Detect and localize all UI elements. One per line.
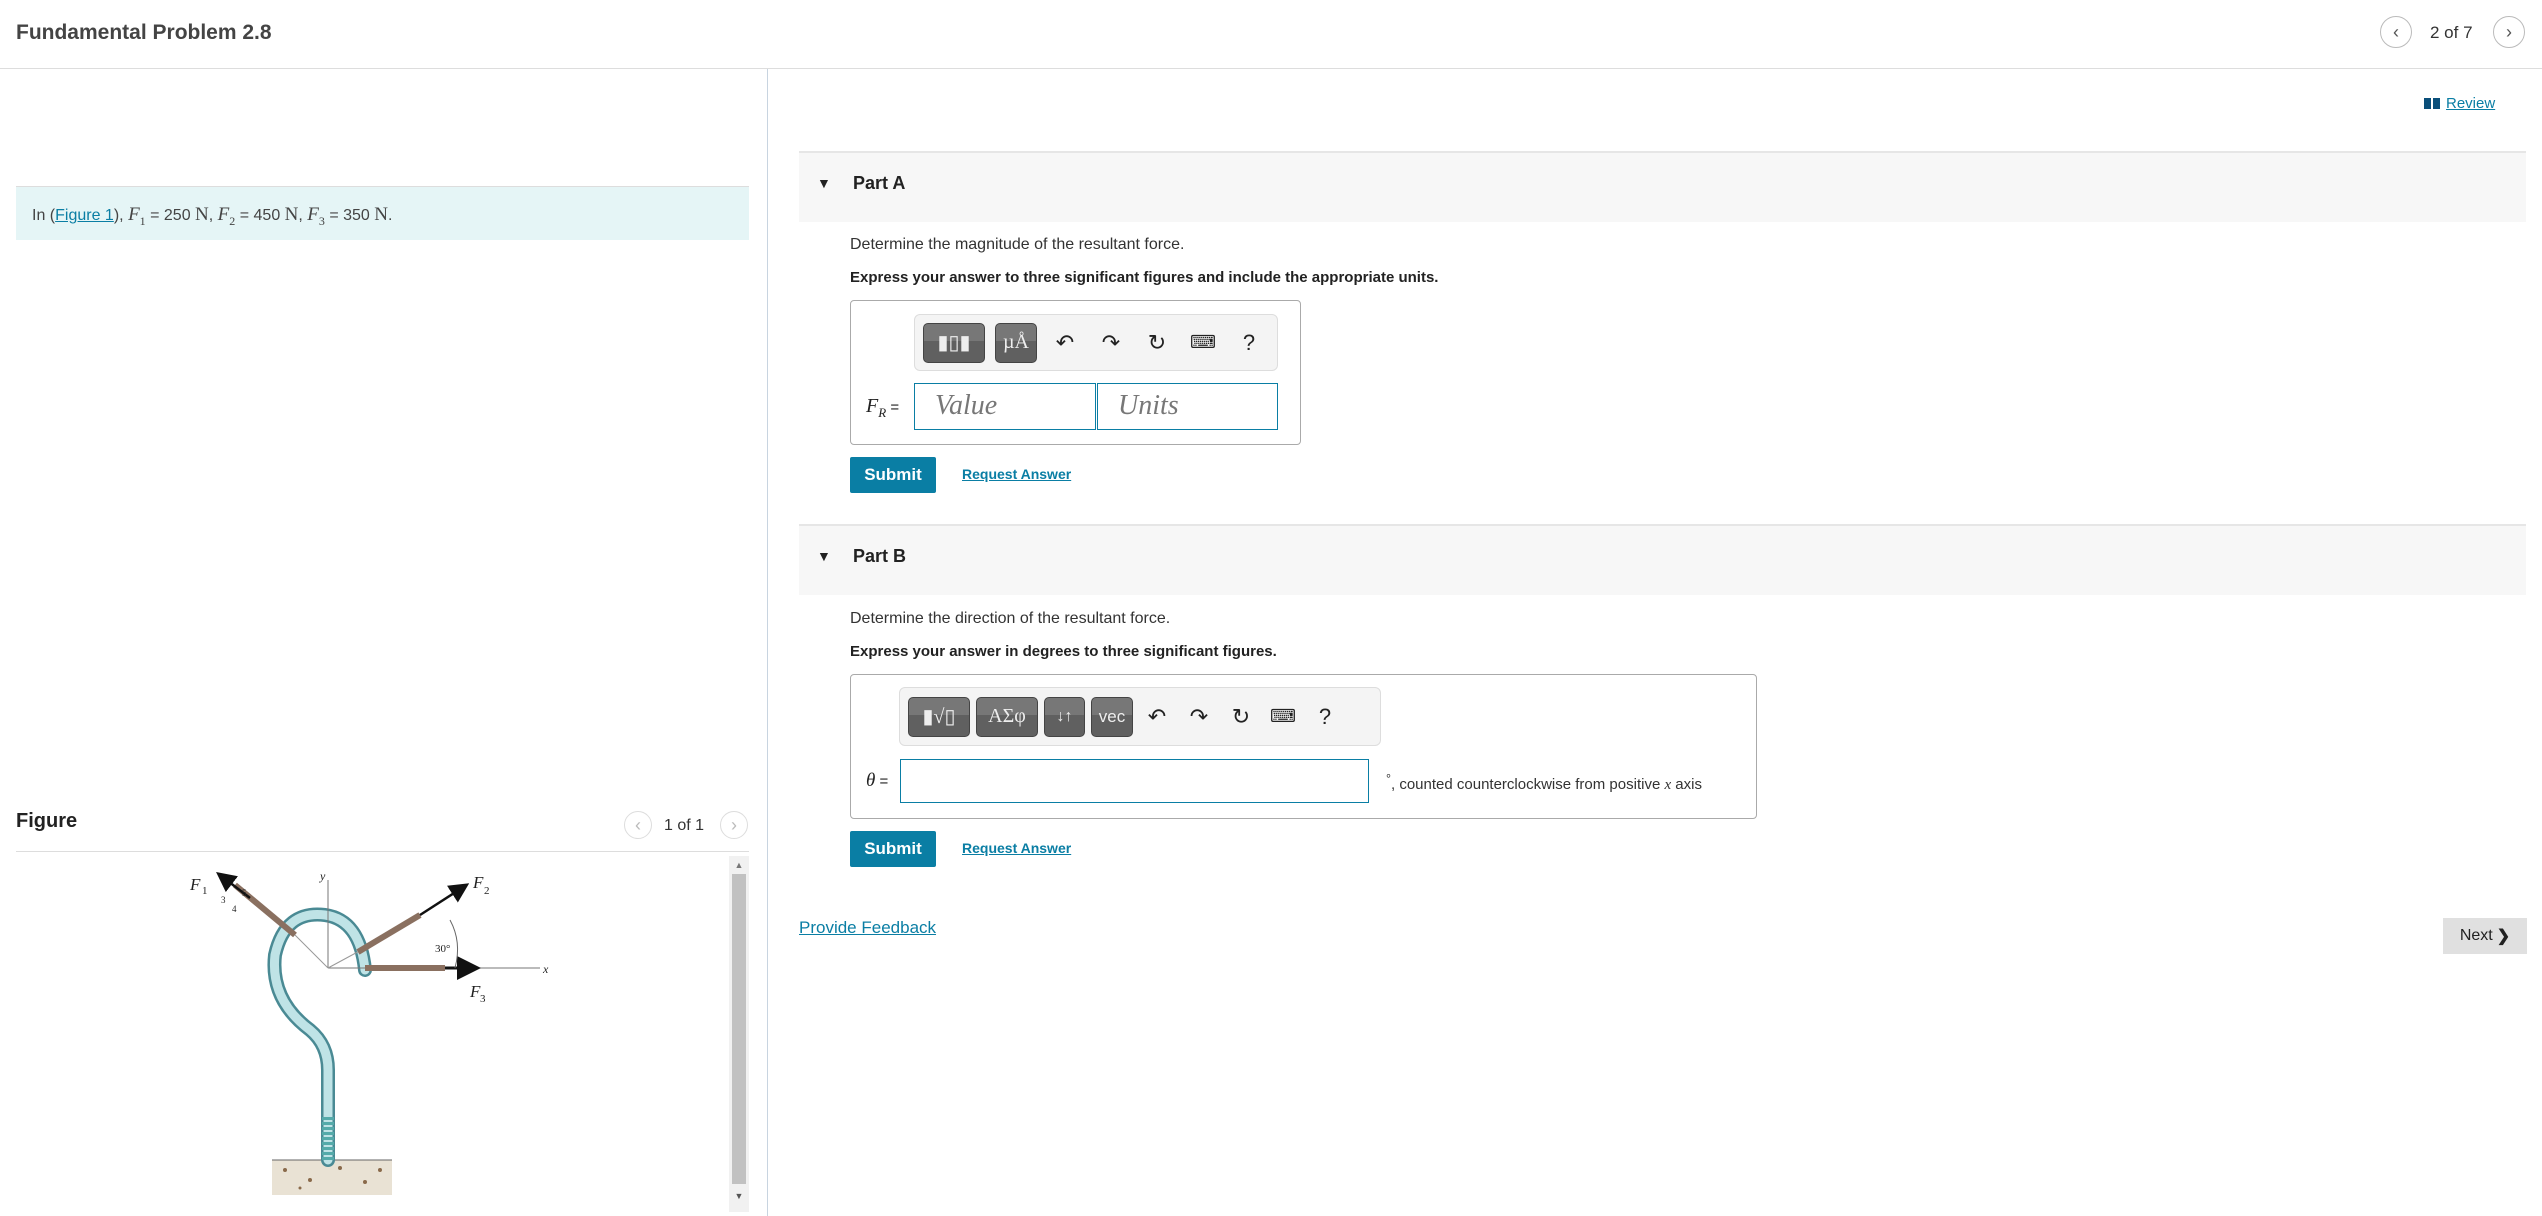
f1-value: = 250 — [145, 207, 196, 224]
pane-divider — [767, 69, 768, 1216]
vector-button[interactable]: vec — [1091, 696, 1133, 737]
templates-button[interactable]: ▮√▯ — [908, 696, 970, 737]
units-input[interactable]: Units — [1097, 383, 1278, 430]
f2-symbol: F2 — [217, 204, 236, 228]
part-b-submit-button[interactable]: Submit — [850, 831, 936, 867]
fr-label: FR = — [866, 395, 900, 420]
undo-icon[interactable]: ↶ — [1047, 330, 1083, 356]
angle-suffix: °, counted counterclockwise from positiv… — [1386, 772, 1702, 793]
f1-symbol: F1 — [128, 204, 146, 228]
scroll-thumb[interactable] — [732, 874, 746, 1184]
part-a-label: Part A — [853, 173, 906, 193]
text: In ( — [32, 207, 56, 224]
part-b-request-answer-link[interactable]: Request Answer — [962, 840, 1071, 856]
f3-value: = 350 — [324, 207, 375, 224]
chevron-right-icon: ❯ — [2496, 928, 2511, 945]
figure-pager: 1 of 1 — [664, 817, 705, 834]
f3-symbol: F3 — [307, 204, 325, 228]
f2-arrow — [419, 883, 470, 917]
provide-feedback-link[interactable]: Provide Feedback — [799, 918, 936, 938]
collapse-triangle-icon: ▼ — [817, 175, 831, 191]
keyboard-icon[interactable]: ⌨ — [1265, 706, 1301, 727]
part-a-request-answer-link[interactable]: Request Answer — [962, 466, 1071, 482]
undo-icon[interactable]: ↶ — [1139, 704, 1175, 730]
part-a-toolbar: ▮▯▮ µÅ ↶ ↷ ↻ ⌨ ? — [914, 314, 1278, 371]
angle-input[interactable] — [900, 759, 1369, 803]
scroll-down-arrow[interactable]: ▼ — [729, 1184, 749, 1202]
previous-problem-button[interactable]: ‹ — [2380, 16, 2412, 48]
problem-pager: 2 of 7 — [2430, 23, 2473, 42]
reset-icon[interactable]: ↻ — [1139, 330, 1175, 356]
figure-scrollbar[interactable]: ▲ ▼ — [729, 856, 749, 1212]
unit: N — [284, 204, 299, 225]
arrows-button[interactable]: ↓↑ — [1044, 696, 1085, 737]
book-icon — [2424, 98, 2440, 109]
part-a-instruction: Express your answer to three significant… — [850, 269, 1439, 286]
part-a-submit-button[interactable]: Submit — [850, 457, 936, 493]
help-icon[interactable]: ? — [1231, 330, 1267, 356]
svg-text:12330°345: 1 2 330°345 — [202, 885, 490, 1005]
scroll-up-arrow[interactable]: ▲ — [729, 856, 749, 874]
redo-icon[interactable]: ↷ — [1093, 330, 1129, 356]
review-label[interactable]: Review — [2446, 95, 2495, 112]
part-b-label: Part B — [853, 546, 907, 566]
redo-icon[interactable]: ↷ — [1181, 704, 1217, 730]
f2-value: = 450 — [235, 207, 285, 224]
figure-next-button[interactable]: › — [720, 811, 748, 839]
part-b-instruction: Express your answer in degrees to three … — [850, 643, 1277, 660]
part-a-header[interactable]: ▼ Part A — [799, 151, 2526, 222]
reset-icon[interactable]: ↻ — [1223, 704, 1259, 730]
figure-image: FFF yx 1 2 330°345 — [189, 870, 549, 1195]
unit: N — [195, 204, 209, 225]
greek-button[interactable]: ΑΣφ — [976, 696, 1038, 737]
unit: N — [374, 204, 388, 225]
header-divider — [0, 68, 2542, 69]
page-title: Fundamental Problem 2.8 — [16, 21, 272, 44]
problem-statement: In (Figure 1), F1 = 250 N, F2 = 450 N, F… — [16, 186, 749, 240]
templates-button[interactable]: ▮▯▮ — [923, 322, 985, 363]
part-b-toolbar: ▮√▯ ΑΣφ ↓↑ vec ↶ ↷ ↻ ⌨ ? — [899, 687, 1381, 746]
collapse-triangle-icon: ▼ — [817, 548, 831, 564]
next-problem-button[interactable]: › — [2493, 16, 2525, 48]
figure-divider — [16, 851, 749, 852]
part-b-header[interactable]: ▼ Part B — [799, 524, 2526, 595]
text: ), — [113, 207, 124, 224]
review-link[interactable]: Review — [2424, 95, 2495, 112]
part-b-question: Determine the direction of the resultant… — [850, 610, 1171, 627]
help-icon[interactable]: ? — [1307, 704, 1343, 730]
units-button[interactable]: µÅ — [995, 322, 1037, 363]
theta-label: θ = — [866, 770, 889, 791]
part-a-question: Determine the magnitude of the resultant… — [850, 236, 1185, 253]
next-label: Next — [2459, 927, 2493, 944]
figure-prev-button[interactable]: ‹ — [624, 811, 652, 839]
keyboard-icon[interactable]: ⌨ — [1185, 332, 1221, 353]
value-input[interactable]: Value — [914, 383, 1096, 430]
figure-title: Figure — [16, 810, 78, 832]
next-button[interactable]: Next ❯ — [2443, 918, 2527, 954]
figure-link[interactable]: Figure 1 — [55, 207, 114, 224]
